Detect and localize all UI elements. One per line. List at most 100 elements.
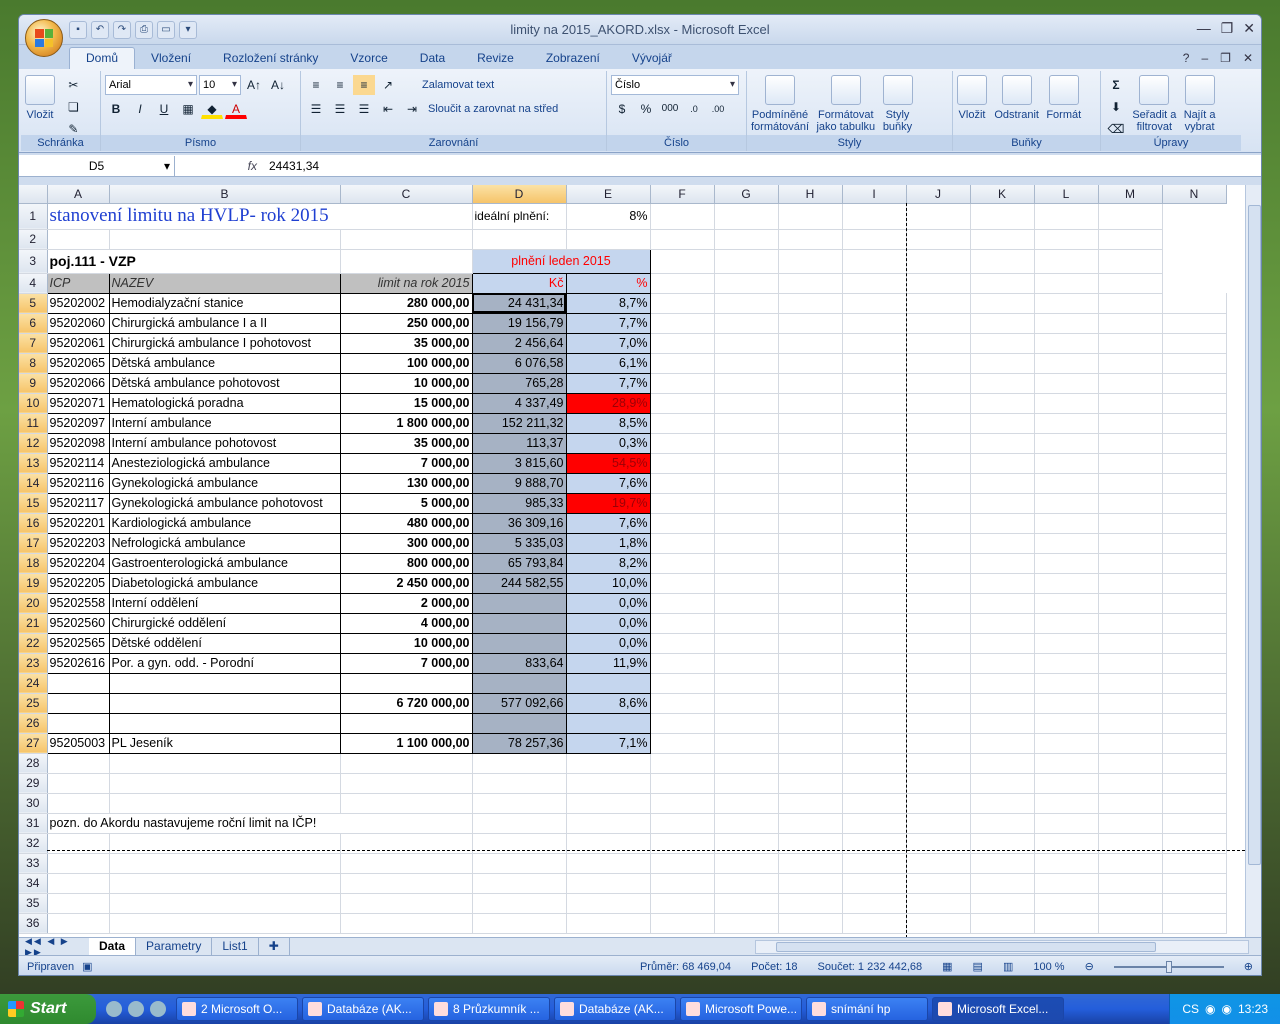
cell-icp[interactable]: 95202065 bbox=[46, 352, 110, 374]
cell-icp[interactable]: 95202616 bbox=[46, 652, 110, 674]
fill-icon[interactable]: ⬇ bbox=[1105, 97, 1127, 117]
cell[interactable] bbox=[842, 653, 907, 674]
cell[interactable] bbox=[1098, 633, 1163, 654]
row-header[interactable]: 32 bbox=[19, 833, 48, 854]
cell-kc[interactable]: 78 257,36 bbox=[471, 732, 567, 754]
cell[interactable] bbox=[650, 373, 715, 394]
row-header[interactable]: 11 bbox=[19, 413, 48, 434]
cell[interactable] bbox=[1034, 713, 1099, 734]
cell[interactable] bbox=[340, 773, 473, 794]
cell-icp[interactable]: 95202098 bbox=[46, 432, 110, 454]
cell[interactable] bbox=[970, 913, 1035, 934]
cell[interactable] bbox=[778, 453, 843, 474]
cell[interactable] bbox=[906, 873, 971, 894]
cell[interactable] bbox=[1034, 813, 1099, 834]
number-format-combo[interactable]: Číslo bbox=[611, 75, 739, 95]
cell[interactable] bbox=[1034, 793, 1099, 814]
cell[interactable] bbox=[1098, 393, 1163, 414]
row-header[interactable]: 16 bbox=[19, 513, 48, 534]
cell[interactable] bbox=[650, 433, 715, 454]
header-icp[interactable]: ICP bbox=[46, 272, 110, 294]
cell[interactable] bbox=[340, 793, 473, 814]
cell-icp[interactable]: 95202565 bbox=[46, 632, 110, 654]
task-explorer[interactable]: 8 Průzkumník ... bbox=[428, 997, 550, 1021]
cell[interactable] bbox=[714, 553, 779, 574]
cell-limit[interactable]: 2 450 000,00 bbox=[339, 572, 473, 594]
cell[interactable] bbox=[906, 633, 971, 654]
cell[interactable] bbox=[1034, 433, 1099, 454]
cell-pct[interactable]: 6,1% bbox=[565, 352, 651, 374]
cell[interactable] bbox=[650, 553, 715, 574]
cell[interactable] bbox=[778, 633, 843, 654]
cell[interactable] bbox=[1034, 753, 1099, 774]
view-layout-icon[interactable]: ▤ bbox=[973, 960, 983, 973]
cell[interactable] bbox=[778, 313, 843, 334]
col-header-m[interactable]: M bbox=[1098, 185, 1163, 204]
cell[interactable] bbox=[1162, 753, 1227, 774]
cell[interactable] bbox=[778, 873, 843, 894]
row-header[interactable]: 36 bbox=[19, 913, 48, 934]
cell[interactable] bbox=[1162, 713, 1227, 734]
cell[interactable] bbox=[47, 893, 110, 914]
cell[interactable] bbox=[970, 513, 1035, 534]
cell[interactable] bbox=[340, 873, 473, 894]
cell-kc[interactable]: 6 076,58 bbox=[471, 352, 567, 374]
office-button[interactable] bbox=[25, 19, 63, 57]
cell[interactable] bbox=[778, 553, 843, 574]
cell-limit[interactable]: 480 000,00 bbox=[339, 512, 473, 534]
cell[interactable] bbox=[566, 813, 651, 834]
cell[interactable] bbox=[842, 453, 907, 474]
cell[interactable] bbox=[970, 853, 1035, 874]
cell[interactable] bbox=[340, 913, 473, 934]
cell[interactable] bbox=[714, 393, 779, 414]
cell[interactable] bbox=[714, 533, 779, 554]
cell[interactable] bbox=[906, 573, 971, 594]
cell-pct[interactable]: 8,2% bbox=[565, 552, 651, 574]
align-right-icon[interactable]: ☰ bbox=[353, 99, 375, 119]
cell[interactable] bbox=[566, 853, 651, 874]
cell[interactable] bbox=[842, 293, 907, 314]
cell[interactable] bbox=[906, 433, 971, 454]
col-header-c[interactable]: C bbox=[340, 185, 473, 204]
view-pagebreak-icon[interactable]: ▥ bbox=[1003, 960, 1013, 973]
cell[interactable] bbox=[906, 473, 971, 494]
fill-color-icon[interactable]: ◆ bbox=[201, 99, 223, 119]
cell[interactable] bbox=[1098, 513, 1163, 534]
cell[interactable] bbox=[842, 593, 907, 614]
cell[interactable] bbox=[1098, 853, 1163, 874]
cell[interactable] bbox=[778, 773, 843, 794]
cell-name[interactable]: Hemodialyzační stanice bbox=[108, 292, 341, 314]
cell-pct[interactable] bbox=[565, 672, 651, 694]
cell[interactable] bbox=[970, 813, 1035, 834]
zoom-slider-thumb[interactable] bbox=[1165, 960, 1172, 973]
cell[interactable] bbox=[650, 493, 715, 514]
quicklaunch-icon-2[interactable] bbox=[128, 1001, 144, 1017]
cell[interactable] bbox=[714, 413, 779, 434]
cell-styles-button[interactable]: Styly buňky bbox=[882, 75, 913, 133]
cell[interactable] bbox=[714, 813, 779, 834]
wb-restore-icon[interactable]: ❐ bbox=[1220, 51, 1231, 65]
cell[interactable] bbox=[1162, 373, 1227, 394]
select-all-corner[interactable] bbox=[19, 185, 48, 204]
cell[interactable] bbox=[906, 673, 971, 694]
row-header[interactable]: 17 bbox=[19, 533, 48, 554]
quicklaunch-icon-1[interactable] bbox=[106, 1001, 122, 1017]
cell-limit[interactable] bbox=[339, 672, 473, 694]
cell[interactable] bbox=[1162, 673, 1227, 694]
cell[interactable] bbox=[906, 793, 971, 814]
currency-icon[interactable]: $ bbox=[611, 99, 633, 119]
cell[interactable] bbox=[778, 533, 843, 554]
cell[interactable] bbox=[906, 373, 971, 394]
cell[interactable] bbox=[970, 733, 1035, 754]
align-top-icon[interactable]: ≡ bbox=[305, 75, 327, 95]
cell[interactable] bbox=[109, 753, 341, 774]
cell[interactable] bbox=[340, 753, 473, 774]
row-header[interactable]: 1 bbox=[19, 203, 48, 230]
row-header[interactable]: 35 bbox=[19, 893, 48, 914]
cell[interactable] bbox=[714, 353, 779, 374]
cell[interactable] bbox=[714, 893, 779, 914]
cell[interactable] bbox=[842, 313, 907, 334]
cell[interactable] bbox=[714, 753, 779, 774]
cell[interactable] bbox=[472, 913, 567, 934]
cell[interactable] bbox=[1162, 313, 1227, 334]
